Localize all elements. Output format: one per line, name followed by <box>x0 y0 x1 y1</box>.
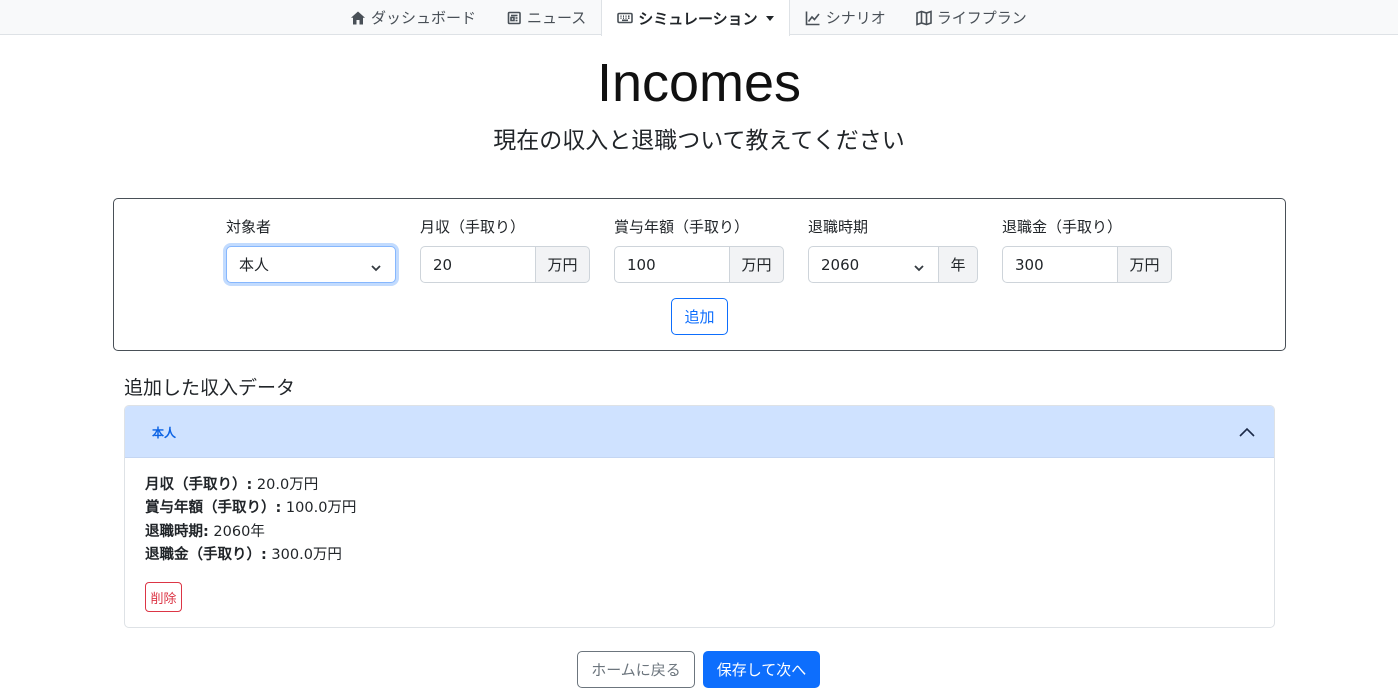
retire-unit: 年 <box>938 246 978 283</box>
severance-unit: 万円 <box>1117 246 1172 283</box>
detail-monthly-label: 月収（手取り）: <box>145 477 253 493</box>
severance-label: 退職金（手取り） <box>1002 218 1123 236</box>
severance-group: 退職金（手取り） <box>1002 216 1122 238</box>
bonus-input[interactable]: 100 <box>614 246 729 283</box>
detail-bonus: 賞与年額（手取り）: 100.0万円 <box>145 497 356 520</box>
accordion-body: 月収（手取り）: 20.0万円 賞与年額（手取り）: 100.0万円 退職時期:… <box>145 474 356 567</box>
tab-news-label: ニュース <box>527 9 587 27</box>
tab-dashboard-label: ダッシュボード <box>371 9 477 27</box>
tab-scenario-label: シナリオ <box>825 9 886 27</box>
retire-year-value: 2060 <box>821 255 860 274</box>
house-icon <box>351 11 365 24</box>
chevron-down-icon <box>371 259 381 272</box>
tab-lifeplan[interactable]: ライフプラン <box>901 0 1042 35</box>
chevron-down-icon <box>914 259 924 272</box>
retire-row: 2060 年 <box>808 246 978 283</box>
add-button[interactable]: 追加 <box>671 298 728 335</box>
severance-row: 300 万円 <box>1002 246 1172 283</box>
detail-monthly: 月収（手取り）: 20.0万円 <box>145 474 356 497</box>
detail-monthly-value: 20.0万円 <box>252 477 319 493</box>
delete-button[interactable]: 削除 <box>145 582 182 612</box>
page-subtitle: 現在の収入と退職ついて教えてください <box>493 128 905 154</box>
detail-bonus-value: 100.0万円 <box>281 500 357 517</box>
chevron-up-icon <box>1238 424 1256 440</box>
accordion-header-label: 本人 <box>152 426 177 440</box>
retire-group: 退職時期 <box>808 216 868 238</box>
tab-scenario[interactable]: シナリオ <box>790 0 901 35</box>
caret-down-icon <box>765 15 774 21</box>
target-select[interactable]: 本人 <box>226 246 396 283</box>
detail-severance: 退職金（手取り）: 300.0万円 <box>145 544 356 567</box>
tab-lifeplan-label: ライフプラン <box>936 9 1027 27</box>
income-accordion: 本人 月収（手取り）: 20.0万円 賞与年額（手取り）: 100.0万円 退職… <box>124 405 1275 628</box>
monthly-group: 月収（手取り） <box>420 216 525 238</box>
tab-news[interactable]: ニュース <box>491 0 601 35</box>
accordion-header[interactable]: 本人 <box>125 406 1274 458</box>
income-form: 対象者 本人 月収（手取り） 20 万円 賞与年額（手取り） 100 万円 退職… <box>113 198 1286 351</box>
monthly-input[interactable]: 20 <box>420 246 535 283</box>
severance-input[interactable]: 300 <box>1002 246 1117 283</box>
tab-simulation-label: シミュレーション <box>638 9 758 28</box>
page-title: Incomes <box>596 53 802 113</box>
bonus-unit: 万円 <box>729 246 784 283</box>
target-group: 対象者 <box>226 216 271 238</box>
target-row: 本人 <box>226 246 396 283</box>
monthly-unit: 万円 <box>535 246 590 283</box>
detail-retire: 退職時期: 2060年 <box>145 521 356 544</box>
home-button[interactable]: ホームに戻る <box>577 651 695 688</box>
detail-severance-value: 300.0万円 <box>266 546 342 563</box>
detail-retire-value: 2060年 <box>208 523 265 540</box>
bonus-row: 100 万円 <box>614 246 784 283</box>
keyboard-icon <box>617 12 634 24</box>
chart-line-icon <box>805 11 820 25</box>
target-select-value: 本人 <box>239 256 270 274</box>
save-next-button[interactable]: 保存して次へ <box>703 651 820 688</box>
retire-label: 退職時期 <box>808 218 869 236</box>
retire-year-select[interactable]: 2060 <box>808 246 938 283</box>
target-label: 対象者 <box>226 218 272 236</box>
detail-severance-label: 退職金（手取り）: <box>145 546 267 563</box>
detail-bonus-label: 賞与年額（手取り）: <box>145 500 282 517</box>
map-icon <box>915 9 932 26</box>
newspaper-icon <box>507 11 521 24</box>
detail-retire-label: 退職時期: <box>145 523 209 540</box>
monthly-row: 20 万円 <box>420 246 590 283</box>
income-list-title: 追加した収入データ <box>124 377 296 399</box>
tab-dashboard[interactable]: ダッシュボード <box>335 0 491 35</box>
bonus-label: 賞与年額（手取り） <box>614 218 750 236</box>
top-navbar: ダッシュボード ニュース シミュレーション シナリオ ライフプラン <box>0 0 1398 36</box>
monthly-label: 月収（手取り） <box>420 218 526 236</box>
nav-tabs: ダッシュボード ニュース シミュレーション シナリオ ライフプラン <box>335 0 1042 36</box>
tab-simulation[interactable]: シミュレーション <box>601 0 790 36</box>
bonus-group: 賞与年額（手取り） <box>614 216 749 238</box>
